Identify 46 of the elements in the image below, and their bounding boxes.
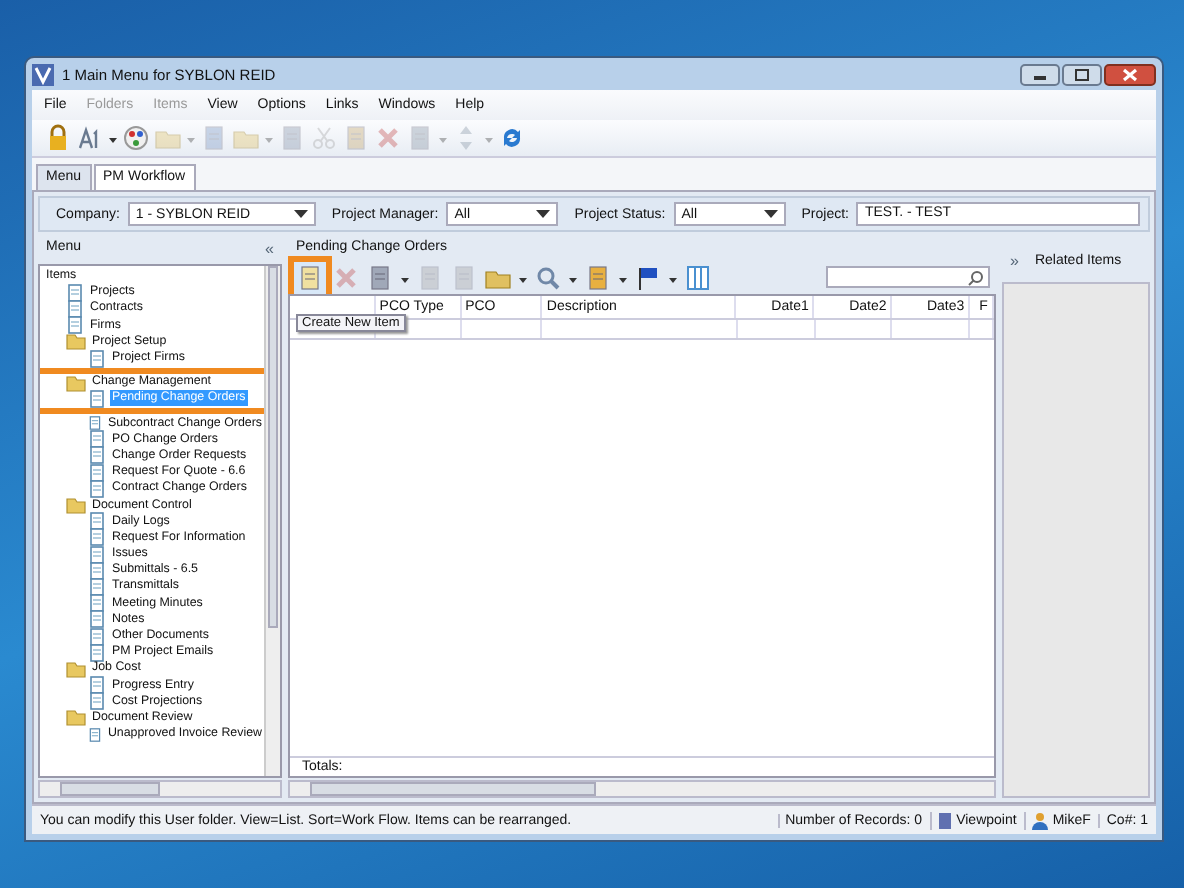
document-icon (88, 446, 106, 465)
document-icon (88, 349, 106, 368)
document-icon (88, 479, 106, 498)
document-icon (88, 676, 106, 695)
folder-icon (66, 373, 86, 392)
lock-icon[interactable] (44, 124, 72, 152)
refresh-icon[interactable] (498, 124, 526, 152)
flag-icon[interactable] (634, 263, 662, 291)
caret-icon (293, 209, 308, 219)
folder-icon (66, 496, 86, 515)
user-icon (1032, 811, 1049, 829)
document-icon (88, 545, 106, 564)
folder-icon (66, 332, 86, 351)
document-icon (88, 725, 102, 744)
document-icon (88, 692, 106, 711)
folder-icon (66, 659, 86, 678)
search-icon (968, 269, 984, 285)
scrollbar[interactable] (38, 780, 282, 798)
folder-icon (66, 708, 86, 727)
document-icon (88, 528, 106, 547)
document-icon (66, 316, 84, 335)
caret-icon (536, 209, 551, 219)
caret-icon (763, 209, 778, 219)
document-icon (88, 610, 106, 629)
document-icon (88, 430, 106, 449)
minimize-button[interactable] (1020, 63, 1060, 85)
document-icon (66, 299, 84, 318)
search-field[interactable] (826, 266, 990, 288)
document-icon (66, 283, 84, 302)
document-icon (88, 643, 106, 662)
book-icon (938, 811, 953, 829)
palette-icon[interactable] (122, 124, 150, 152)
document-icon (88, 594, 106, 613)
document-icon (88, 577, 106, 596)
document-icon (88, 561, 106, 580)
document-icon (88, 627, 106, 646)
document-icon (88, 512, 106, 531)
app-icon (32, 63, 54, 85)
collapse-button[interactable]: « (265, 240, 274, 258)
document-icon (88, 389, 106, 408)
scrollbar[interactable] (264, 266, 280, 776)
expand-button[interactable]: » (1010, 252, 1019, 270)
maximize-button[interactable] (1062, 63, 1102, 85)
scrollbar[interactable] (288, 780, 996, 798)
document-icon (88, 463, 106, 482)
close-button[interactable] (1104, 63, 1156, 85)
